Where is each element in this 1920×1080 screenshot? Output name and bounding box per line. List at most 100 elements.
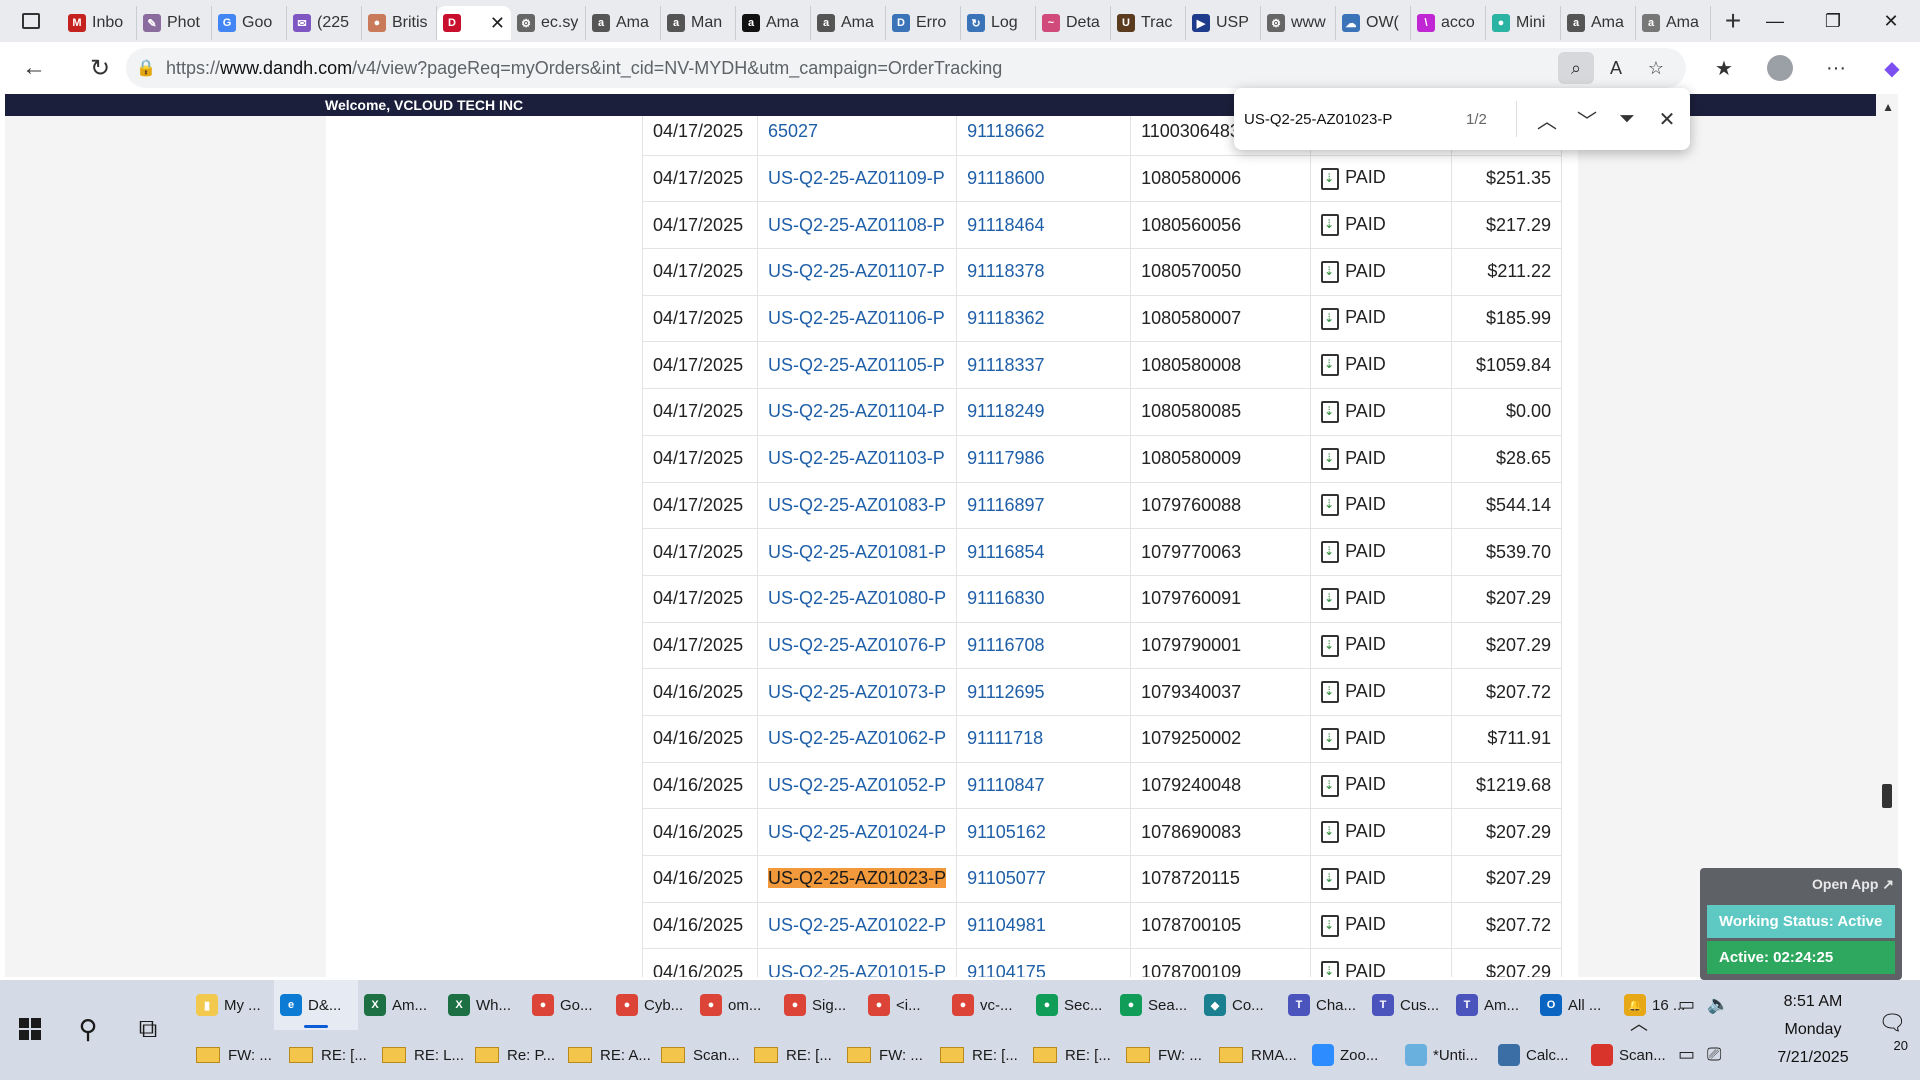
invoice-download-icon[interactable]: [1321, 961, 1340, 977]
invoice-number-link[interactable]: 91118337: [956, 341, 1132, 390]
invoice-download-icon[interactable]: [1321, 727, 1340, 750]
copilot-icon[interactable]: ◆: [1864, 42, 1920, 94]
find-on-page-icon[interactable]: ⌕: [1558, 52, 1594, 84]
restore-button[interactable]: ❐: [1804, 0, 1862, 42]
invoice-number-link[interactable]: 91112695: [956, 668, 1132, 716]
invoice-number-link[interactable]: 91116854: [956, 528, 1132, 576]
po-number-link[interactable]: US-Q2-25-AZ01107-P: [756, 248, 958, 296]
back-button[interactable]: ←: [10, 44, 58, 92]
taskbar-app[interactable]: ● Sea...: [1114, 980, 1198, 1030]
invoice-number-link[interactable]: 91104981: [956, 901, 1132, 950]
po-number-link[interactable]: US-Q2-25-AZ01076-P: [756, 621, 958, 670]
invoice-number-link[interactable]: 91111718: [956, 714, 1132, 763]
invoice-download-icon[interactable]: [1321, 587, 1340, 610]
search-icon[interactable]: ⚲: [66, 1004, 110, 1054]
invoice-number-link[interactable]: 91118362: [956, 294, 1132, 343]
find-filter-button[interactable]: ⏷: [1607, 99, 1647, 139]
invoice-number-link[interactable]: 91118249: [956, 388, 1132, 436]
taskbar-app[interactable]: ● vc-...: [946, 980, 1030, 1030]
taskbar-app[interactable]: ● Go...: [526, 980, 610, 1030]
invoice-number-link[interactable]: 91118464: [956, 201, 1132, 250]
start-button[interactable]: [10, 1004, 50, 1054]
po-number-link[interactable]: US-Q2-25-AZ01073-P: [756, 668, 958, 716]
browser-tab[interactable]: ⚙ ec.sy: [511, 6, 586, 40]
browser-tab[interactable]: ~ Deta: [1036, 6, 1111, 40]
browser-tab[interactable]: G Goo: [212, 6, 287, 40]
taskbar-app[interactable]: ● Sec...: [1030, 980, 1114, 1030]
po-number-link[interactable]: US-Q2-25-AZ01104-P: [756, 388, 958, 436]
browser-tab[interactable]: ☁ OW(: [1336, 6, 1411, 40]
po-number-link[interactable]: US-Q2-25-AZ01022-P: [756, 901, 958, 950]
open-app-link[interactable]: Open App ↗: [1812, 876, 1894, 893]
invoice-number-link[interactable]: 91105077: [956, 855, 1132, 903]
battery-icon[interactable]: ▭: [1678, 994, 1695, 1015]
close-tab-icon[interactable]: ✕: [490, 13, 505, 34]
taskbar-window[interactable]: Scan...: [655, 1030, 748, 1080]
taskbar-window[interactable]: RE: [...: [748, 1030, 841, 1080]
taskbar-window[interactable]: *Unti...: [1399, 1030, 1492, 1080]
invoice-number-link[interactable]: 91118378: [956, 248, 1132, 296]
volume-icon[interactable]: 🔈: [1707, 994, 1729, 1015]
browser-tab[interactable]: ↻ Log: [961, 6, 1036, 40]
find-next-button[interactable]: ﹀: [1567, 99, 1607, 139]
taskbar-app[interactable]: ● Sig...: [778, 980, 862, 1030]
taskbar-window[interactable]: Zoo...: [1306, 1030, 1399, 1080]
find-close-button[interactable]: ✕: [1647, 99, 1687, 139]
browser-tab[interactable]: a Ama: [1561, 6, 1636, 40]
tab-active[interactable]: D ✕: [437, 6, 511, 40]
taskbar-window[interactable]: FW: ...: [841, 1030, 934, 1080]
browser-tab[interactable]: ● Mini: [1486, 6, 1561, 40]
taskbar-window[interactable]: RE: [...: [934, 1030, 1027, 1080]
po-number-link[interactable]: US-Q2-25-AZ01024-P: [756, 808, 958, 856]
refresh-button[interactable]: ↻: [76, 44, 124, 92]
taskbar-app[interactable]: ● <i...: [862, 980, 946, 1030]
taskbar-app[interactable]: O All ...: [1534, 980, 1618, 1030]
po-number-link[interactable]: US-Q2-25-AZ01062-P: [756, 714, 958, 763]
invoice-download-icon[interactable]: [1321, 821, 1340, 844]
invoice-download-icon[interactable]: [1321, 774, 1340, 797]
network-icon[interactable]: ▭: [1678, 1044, 1695, 1065]
invoice-download-icon[interactable]: [1321, 867, 1340, 890]
taskbar-app[interactable]: T Am...: [1450, 980, 1534, 1030]
invoice-download-icon[interactable]: [1321, 167, 1340, 190]
browser-tab[interactable]: a Ama: [586, 6, 661, 40]
invoice-download-icon[interactable]: [1321, 401, 1340, 424]
taskbar-app[interactable]: T Cus...: [1366, 980, 1450, 1030]
taskbar-window[interactable]: RE: [...: [1027, 1030, 1120, 1080]
task-view-icon[interactable]: ⧉: [126, 1004, 170, 1054]
find-input[interactable]: [1244, 110, 1444, 128]
lock-icon[interactable]: 🔒: [126, 58, 166, 78]
invoice-number-link[interactable]: 91117986: [956, 434, 1132, 483]
invoice-number-link[interactable]: 91116708: [956, 621, 1132, 670]
taskbar-window[interactable]: RE: A...: [562, 1030, 655, 1080]
invoice-download-icon[interactable]: [1321, 214, 1340, 237]
invoice-download-icon[interactable]: [1321, 307, 1340, 330]
browser-tab[interactable]: M Inbo: [62, 6, 137, 40]
po-number-link[interactable]: US-Q2-25-AZ01106-P: [756, 294, 958, 343]
browser-tab[interactable]: ▶ USP: [1186, 6, 1261, 40]
minimize-button[interactable]: —: [1746, 0, 1804, 42]
invoice-download-icon[interactable]: [1321, 494, 1340, 517]
more-menu-icon[interactable]: ···: [1808, 42, 1864, 94]
address-bar[interactable]: 🔒 https://www.dandh.com/v4/view?pageReq=…: [126, 48, 1686, 88]
taskbar-app[interactable]: ● Cyb...: [610, 980, 694, 1030]
browser-tab[interactable]: ✉ (225: [287, 6, 362, 40]
po-number-link[interactable]: US-Q2-25-AZ01080-P: [756, 574, 958, 623]
taskbar-app[interactable]: ◆ Co...: [1198, 980, 1282, 1030]
taskbar-window[interactable]: FW: ...: [190, 1030, 283, 1080]
browser-tab[interactable]: a Man: [661, 6, 736, 40]
po-number-link[interactable]: US-Q2-25-AZ01015-P: [756, 948, 958, 977]
invoice-number-link[interactable]: 91105162: [956, 808, 1132, 856]
favorites-icon[interactable]: ★: [1696, 42, 1752, 94]
po-number-link[interactable]: US-Q2-25-AZ01103-P: [756, 434, 958, 483]
taskbar-window[interactable]: Calc...: [1492, 1030, 1585, 1080]
browser-tab[interactable]: ● Britis: [362, 6, 437, 40]
invoice-download-icon[interactable]: [1321, 634, 1340, 657]
invoice-download-icon[interactable]: [1321, 261, 1340, 284]
invoice-number-link[interactable]: 91116830: [956, 574, 1132, 623]
taskbar-window[interactable]: RE: L...: [376, 1030, 469, 1080]
browser-tab[interactable]: U Trac: [1111, 6, 1186, 40]
invoice-download-icon[interactable]: [1321, 447, 1340, 470]
invoice-download-icon[interactable]: [1321, 354, 1340, 377]
browser-tab[interactable]: ✎ Phot: [137, 6, 212, 40]
